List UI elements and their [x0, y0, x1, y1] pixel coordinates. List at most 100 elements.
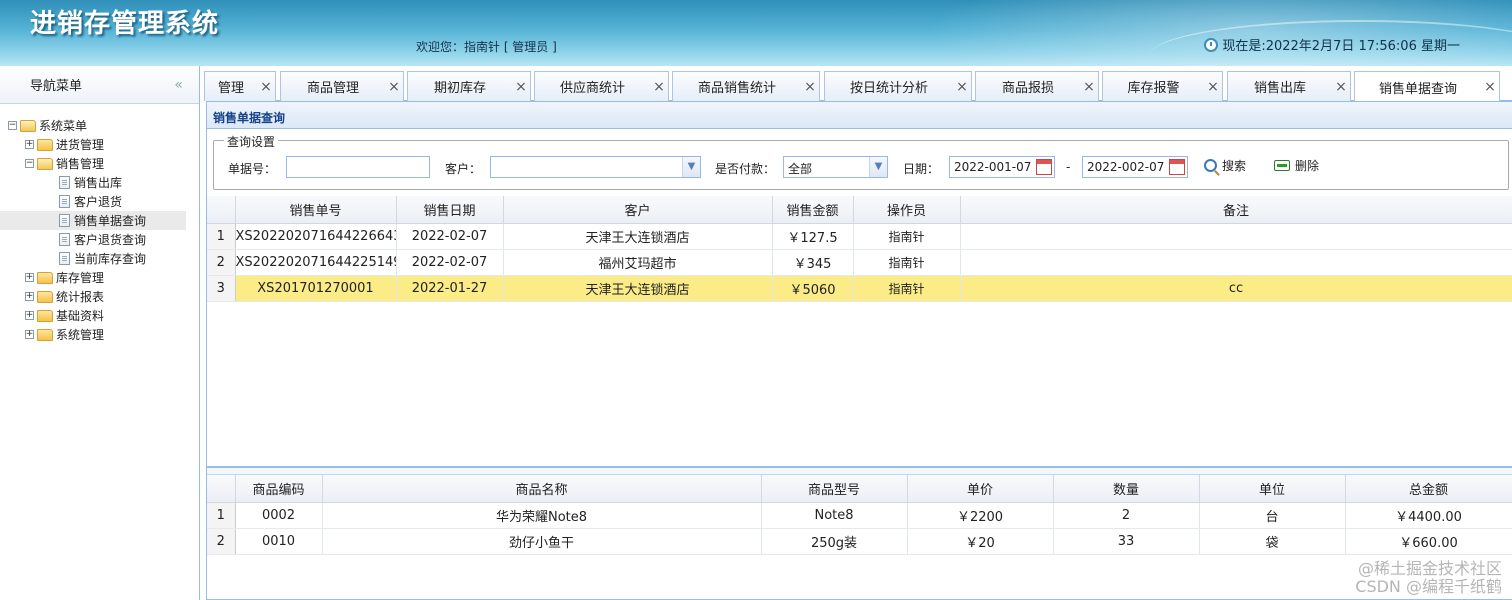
query-legend: 查询设置: [224, 133, 279, 150]
tab-management[interactable]: 管理 ×: [204, 71, 276, 101]
tree-node-stock-query[interactable]: 当前库存查询: [0, 249, 199, 268]
tab-sales-out[interactable]: 销售出库 ×: [1227, 71, 1351, 101]
order-no-label: 单据号：: [228, 162, 277, 176]
navigation-panel: 导航菜单 « − 系统菜单 + 进货管理 − 销售管理 销售出库 客户退货 销售…: [0, 66, 200, 600]
panel-splitter[interactable]: [207, 466, 1512, 475]
tree-label: 客户退货查询: [74, 233, 147, 247]
tree-node-purchase[interactable]: + 进货管理: [0, 135, 199, 154]
tree-node-return-query[interactable]: 客户退货查询: [0, 230, 199, 249]
date-from-input[interactable]: 2022-001-07: [949, 156, 1055, 178]
column-header[interactable]: 操作员: [853, 196, 961, 224]
row-number: 2: [207, 528, 236, 555]
main-panel: 销售单据查询 查询设置 单据号： 客户： ▼ 是否付款： 全部 ▼ 日期： 20…: [206, 101, 1512, 600]
unit-cell: 袋: [1199, 528, 1346, 555]
table-row[interactable]: 1 0002 华为荣耀Note8 Note8 ￥2200 2 台 ￥4400.0…: [207, 502, 1512, 529]
calendar-icon[interactable]: [1169, 159, 1185, 175]
tab-label: 销售出库: [1253, 81, 1306, 96]
tree-node-basic[interactable]: + 基础资料: [0, 306, 199, 325]
date-to-input[interactable]: 2022-002-07: [1082, 156, 1188, 178]
column-header[interactable]: 单价: [907, 475, 1054, 503]
tab-product-damage[interactable]: 商品报损 ×: [975, 71, 1099, 101]
watermark-line: @稀土掘金技术社区: [1357, 559, 1502, 578]
close-icon[interactable]: ×: [512, 79, 530, 95]
tree-node-reports[interactable]: + 统计报表: [0, 287, 199, 306]
table-row-selected[interactable]: 3 XS201701270001 2022-01-27 天津王大连锁酒店 ￥50…: [207, 275, 1512, 302]
table-header-row: 商品编码 商品名称 商品型号 单价 数量 单位 总金额: [207, 475, 1512, 503]
tab-product-sales-stats[interactable]: 商品销售统计 ×: [672, 71, 820, 101]
tab-strip: 管理 × 商品管理 × 期初库存 × 供应商统计 × 商品销售统计 × 按日统计…: [204, 71, 1512, 102]
app-header: 进销存管理系统 欢迎您：指南针 [ 管理员 ] 现在是:2022年2月7日 17…: [0, 0, 1512, 66]
order-items-table: 商品编码 商品名称 商品型号 单价 数量 单位 总金额 1 0002 华为荣耀N…: [207, 475, 1512, 555]
column-header[interactable]: 单位: [1199, 475, 1346, 503]
customer-select[interactable]: ▼: [490, 156, 701, 178]
close-icon[interactable]: ×: [650, 79, 668, 95]
column-header[interactable]: 总金额: [1345, 475, 1512, 503]
tree-label: 系统菜单: [39, 119, 88, 133]
tab-sales-order-query[interactable]: 销售单据查询 ×: [1354, 71, 1500, 102]
close-icon[interactable]: ×: [801, 79, 819, 95]
close-icon[interactable]: ×: [1481, 79, 1499, 95]
table-row[interactable]: 1 XS2022020716442266432 2022-02-07 天津王大连…: [207, 223, 1512, 250]
product-name-cell: 华为荣耀Note8: [322, 502, 762, 529]
order-no-input[interactable]: [286, 156, 430, 178]
nav-title: 导航菜单: [30, 79, 83, 94]
collapse-nav-icon[interactable]: «: [174, 77, 182, 93]
tab-label: 管理: [217, 81, 244, 96]
tree-node-root[interactable]: − 系统菜单: [0, 116, 199, 135]
tree-node-sales-order-query[interactable]: 销售单据查询: [0, 211, 186, 230]
expand-toggle-icon[interactable]: +: [25, 273, 34, 282]
tab-label: 商品管理: [306, 81, 359, 96]
tab-stock-alarm[interactable]: 库存报警 ×: [1102, 71, 1223, 101]
column-header[interactable]: 销售单号: [235, 196, 397, 224]
chevron-down-icon[interactable]: ▼: [869, 157, 887, 177]
close-icon[interactable]: ×: [1204, 79, 1222, 95]
close-icon[interactable]: ×: [953, 79, 971, 95]
close-icon[interactable]: ×: [1332, 79, 1350, 95]
chevron-down-icon[interactable]: ▼: [682, 157, 700, 177]
note-cell: cc: [960, 275, 1512, 302]
expand-toggle-icon[interactable]: +: [25, 292, 34, 301]
tree-node-system[interactable]: + 系统管理: [0, 325, 199, 344]
collapse-toggle-icon[interactable]: −: [8, 121, 17, 130]
tree-label: 销售管理: [56, 157, 105, 171]
order-no-cell: XS201701270001: [235, 275, 397, 302]
tab-supplier-stats[interactable]: 供应商统计 ×: [534, 71, 669, 101]
watermark: @稀土掘金技术社区 CSDN @编程千纸鹤: [1355, 560, 1502, 596]
column-header[interactable]: 数量: [1053, 475, 1200, 503]
date-to-value: 2022-002-07: [1087, 160, 1165, 174]
tab-initial-stock[interactable]: 期初库存 ×: [407, 71, 531, 101]
search-button-label: 搜索: [1222, 159, 1247, 173]
table-row[interactable]: 2 XS2022020716442251496 2022-02-07 福州艾玛超…: [207, 249, 1512, 276]
tree-node-sales[interactable]: − 销售管理: [0, 154, 199, 173]
column-header[interactable]: 商品名称: [322, 475, 762, 503]
close-icon[interactable]: ×: [385, 79, 403, 95]
expand-toggle-icon[interactable]: +: [25, 311, 34, 320]
table-header-row: 销售单号 销售日期 客户 销售金额 操作员 备注: [207, 196, 1512, 224]
tree-node-sales-out[interactable]: 销售出库: [0, 173, 199, 192]
column-header[interactable]: 商品编码: [235, 475, 323, 503]
tree-node-stock[interactable]: + 库存管理: [0, 268, 199, 287]
product-model-cell: Note8: [761, 502, 908, 529]
close-icon[interactable]: ×: [1080, 79, 1098, 95]
paid-select[interactable]: 全部 ▼: [783, 156, 888, 178]
expand-toggle-icon[interactable]: +: [25, 140, 34, 149]
column-header[interactable]: 客户: [503, 196, 773, 224]
calendar-icon[interactable]: [1036, 159, 1052, 175]
column-header[interactable]: 销售金额: [772, 196, 854, 224]
table-row[interactable]: 2 0010 劲仔小鱼干 250g装 ￥20 33 袋 ￥660.00: [207, 528, 1512, 555]
tree-label: 进货管理: [56, 138, 105, 152]
collapse-toggle-icon[interactable]: −: [25, 159, 34, 168]
tab-label: 商品销售统计: [697, 81, 776, 96]
expand-toggle-icon[interactable]: +: [25, 330, 34, 339]
customer-label: 客户：: [445, 162, 482, 176]
tab-daily-analysis[interactable]: 按日统计分析 ×: [824, 71, 972, 101]
order-date-cell: 2022-02-07: [396, 223, 504, 250]
close-icon[interactable]: ×: [257, 79, 275, 95]
column-header[interactable]: 销售日期: [396, 196, 504, 224]
search-button[interactable]: 搜索: [1204, 157, 1246, 174]
column-header[interactable]: 商品型号: [761, 475, 908, 503]
tree-node-customer-return[interactable]: 客户退货: [0, 192, 199, 211]
column-header[interactable]: 备注: [960, 196, 1512, 224]
delete-button[interactable]: 删除: [1274, 157, 1319, 174]
tab-product-management[interactable]: 商品管理 ×: [280, 71, 404, 101]
